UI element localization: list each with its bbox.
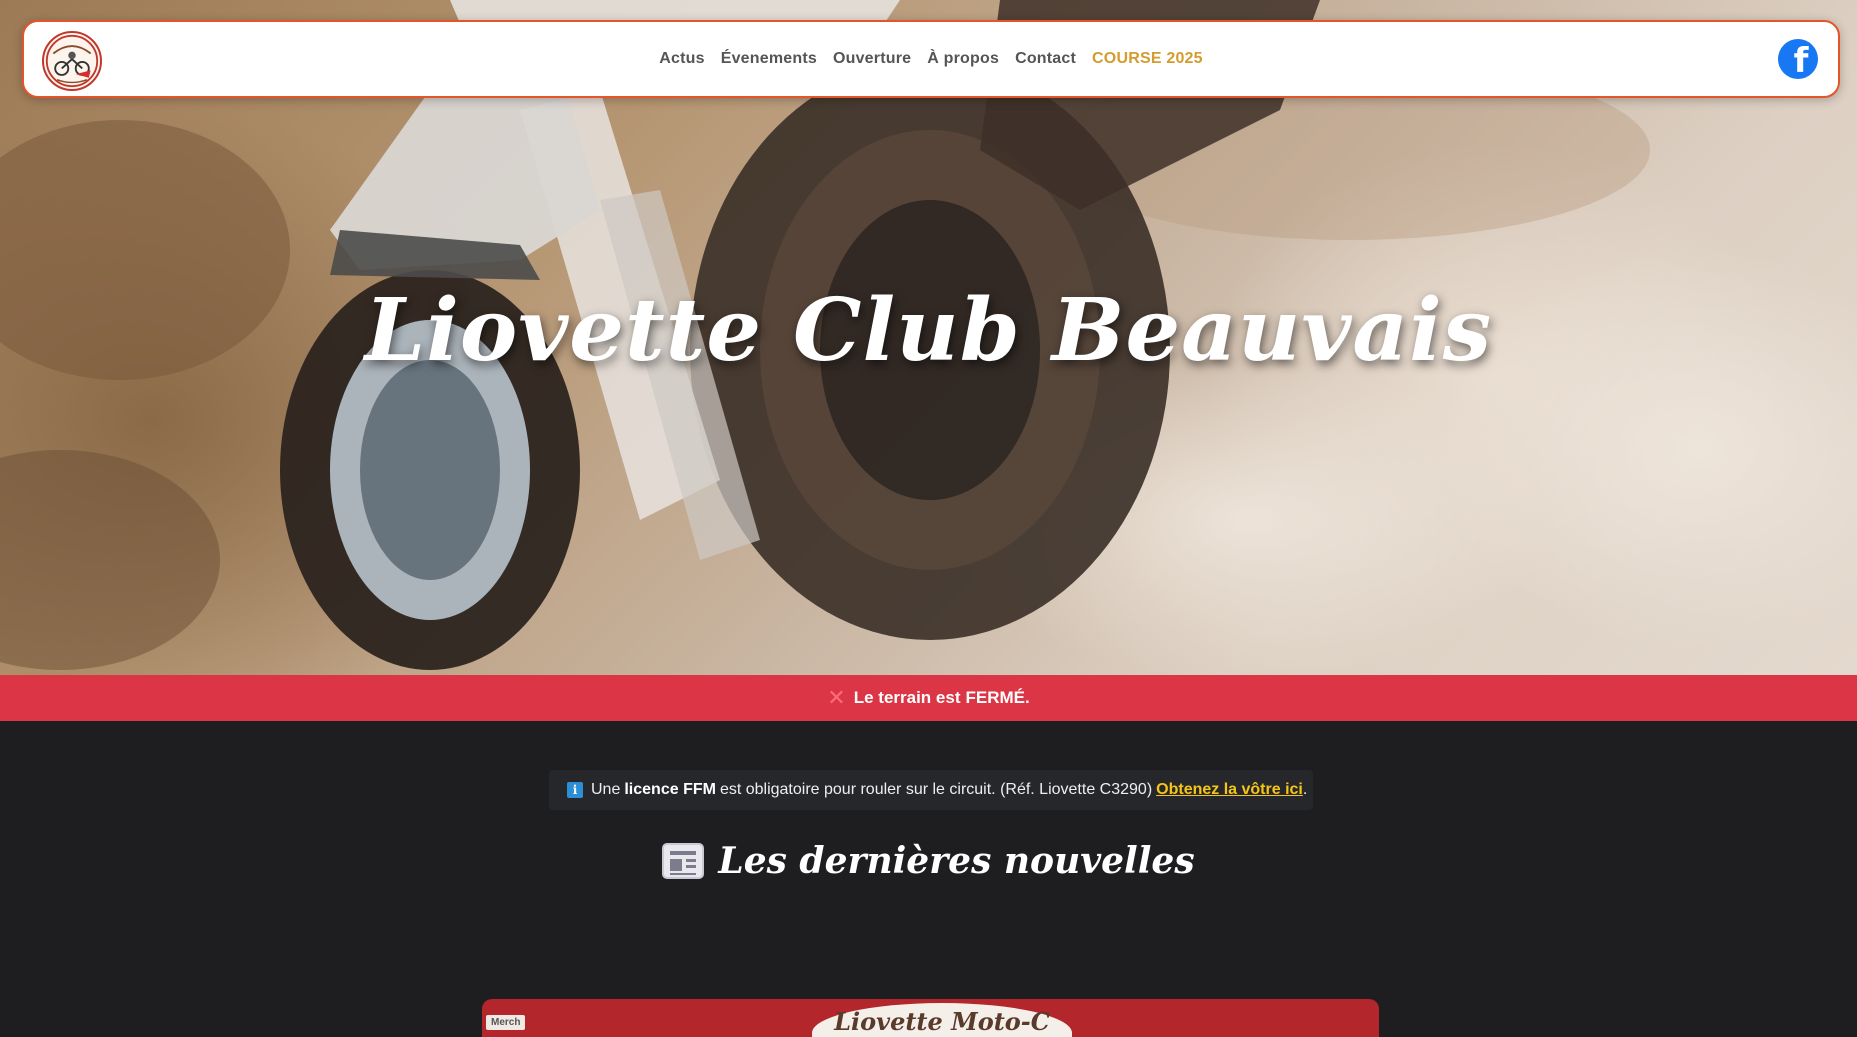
- close-icon: ✕: [827, 685, 846, 710]
- nav-evenements[interactable]: Évenements: [721, 50, 817, 68]
- notice-suffix: .: [1302, 781, 1308, 798]
- info-icon: i: [567, 782, 583, 798]
- nav-actus[interactable]: Actus: [659, 50, 704, 68]
- nav-contact[interactable]: Contact: [1015, 50, 1076, 68]
- newspaper-icon: [662, 843, 705, 879]
- status-text: Le terrain est: [853, 688, 961, 707]
- news-section-heading: Les dernières nouvelles: [0, 840, 1857, 882]
- license-notice: i Une licence FFM est obligatoire pour r…: [549, 770, 1313, 810]
- status-state: FERMÉ: [965, 688, 1025, 707]
- card-image-text: Liovette Moto-C: [812, 1003, 1072, 1037]
- nav-course-2025[interactable]: COURSE 2025: [1092, 50, 1203, 68]
- nav-ouverture[interactable]: Ouverture: [833, 50, 911, 68]
- nav-a-propos[interactable]: À propos: [927, 50, 999, 68]
- facebook-icon[interactable]: f: [1778, 39, 1818, 79]
- nav-links: Actus Évenements Ouverture À propos Cont…: [24, 22, 1838, 96]
- notice-strong: licence FFM: [624, 781, 716, 798]
- facebook-glyph: f: [1793, 41, 1809, 79]
- notice-prefix: Une: [591, 781, 621, 798]
- card-tag: Merch: [486, 1015, 526, 1030]
- hero-banner: Liovette Club Beauvais: [0, 0, 1857, 675]
- news-card[interactable]: Merch Liovette Moto-C: [482, 999, 1379, 1037]
- hero-title: Liovette Club Beauvais: [364, 280, 1493, 381]
- license-link[interactable]: Obtenez la vôtre ici: [1156, 781, 1303, 799]
- notice-text: est obligatoire pour rouler sur le circu…: [719, 781, 1153, 798]
- navbar: Actus Évenements Ouverture À propos Cont…: [22, 20, 1840, 98]
- status-suffix: .: [1024, 688, 1030, 707]
- field-status-bar: ✕ Le terrain est FERMÉ.: [0, 675, 1857, 721]
- news-heading: Les dernières nouvelles: [718, 840, 1195, 882]
